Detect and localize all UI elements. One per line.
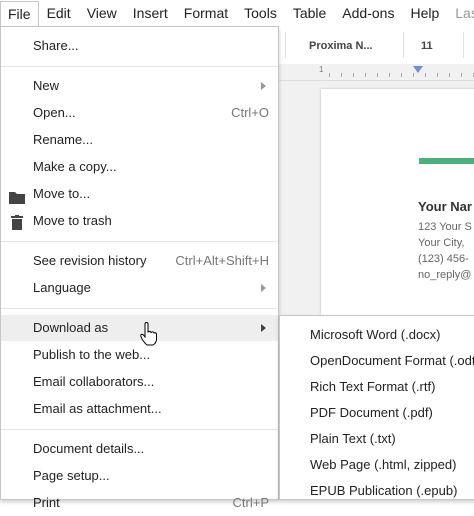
email-line: no_reply@ <box>418 269 472 281</box>
submenu-item-label: OpenDocument Format (.odt) <box>310 353 474 368</box>
last-edit-link[interactable]: Last e <box>447 0 474 26</box>
menu-divider <box>1 241 278 242</box>
address-line: 123 Your S <box>418 221 472 233</box>
menu-tools[interactable]: Tools <box>236 0 285 26</box>
menu-divider <box>1 308 278 309</box>
menu-item-page-setup[interactable]: Page setup... <box>1 463 278 489</box>
phone-line: (123) 456- <box>418 253 469 265</box>
toolbar-divider <box>463 32 464 58</box>
menu-item-language[interactable]: Language <box>1 275 278 301</box>
menu-item-share[interactable]: Share... <box>1 33 278 59</box>
font-family-select[interactable]: Proxima N... <box>309 40 373 52</box>
menu-item-label: Email collaborators... <box>33 374 155 389</box>
font-size-select[interactable]: 11 <box>421 40 433 52</box>
menu-divider <box>1 429 278 430</box>
submenu-arrow-icon <box>261 324 266 332</box>
menu-item-label: Rename... <box>33 132 93 147</box>
trash-icon <box>11 213 23 239</box>
menu-item-label: Language <box>33 280 91 295</box>
menu-item-email-attachment[interactable]: Email as attachment... <box>1 396 278 422</box>
menu-addons[interactable]: Add-ons <box>334 0 402 26</box>
resume-name: Your Nar <box>418 199 472 214</box>
menu-item-label: Move to trash <box>33 213 112 228</box>
download-odt[interactable]: OpenDocument Format (.odt) <box>280 348 474 374</box>
ruler-number: 1 <box>319 65 324 74</box>
download-txt[interactable]: Plain Text (.txt) <box>280 426 474 452</box>
menu-item-label: Email as attachment... <box>33 401 162 416</box>
menu-divider <box>1 66 278 67</box>
menu-item-label: Publish to the web... <box>33 347 151 362</box>
menu-item-revision-history[interactable]: See revision history Ctrl+Alt+Shift+H <box>1 248 278 274</box>
menu-item-make-copy[interactable]: Make a copy... <box>1 154 278 180</box>
download-pdf[interactable]: PDF Document (.pdf) <box>280 400 474 426</box>
menu-format[interactable]: Format <box>176 0 236 26</box>
file-menu: Share... New Open... Ctrl+O Rename... Ma… <box>0 26 279 510</box>
menu-item-print[interactable]: Print Ctrl+P <box>1 490 278 516</box>
toolbar-divider <box>403 32 404 58</box>
menu-item-label: Print <box>33 495 60 510</box>
menu-item-rename[interactable]: Rename... <box>1 127 278 153</box>
city-line: Your City, <box>418 237 465 249</box>
menu-item-label: Share... <box>33 38 79 53</box>
download-submenu: Microsoft Word (.docx) OpenDocument Form… <box>279 315 474 500</box>
ruler-ticks <box>329 73 474 77</box>
menu-table[interactable]: Table <box>285 0 334 26</box>
download-rtf[interactable]: Rich Text Format (.rtf) <box>280 374 474 400</box>
menu-view[interactable]: View <box>79 0 125 26</box>
menu-bar: File Edit View Insert Format Tools Table… <box>0 0 474 27</box>
menu-item-label: See revision history <box>33 253 147 268</box>
menu-item-label: Download as <box>33 320 109 335</box>
menu-insert[interactable]: Insert <box>125 0 176 26</box>
submenu-arrow-icon <box>261 284 266 292</box>
menu-item-label: Document details... <box>33 441 145 456</box>
menu-item-document-details[interactable]: Document details... <box>1 436 278 462</box>
menu-item-open[interactable]: Open... Ctrl+O <box>1 100 278 126</box>
submenu-item-label: Rich Text Format (.rtf) <box>310 379 436 394</box>
menu-item-label: Move to... <box>33 186 91 201</box>
menu-item-new[interactable]: New <box>1 73 278 99</box>
submenu-item-label: EPUB Publication (.epub) <box>310 483 458 498</box>
menu-item-label: Open... <box>33 105 76 120</box>
submenu-item-label: Plain Text (.txt) <box>310 431 396 446</box>
submenu-item-label: Web Page (.html, zipped) <box>310 457 457 472</box>
menu-item-move-to-trash[interactable]: Move to trash <box>1 208 278 234</box>
menu-item-move-to[interactable]: Move to... <box>1 181 278 207</box>
menu-item-email-collaborators[interactable]: Email collaborators... <box>1 369 278 395</box>
ruler: 1 <box>279 64 474 81</box>
shortcut-label: Ctrl+Alt+Shift+H <box>175 253 269 268</box>
download-epub[interactable]: EPUB Publication (.epub) <box>280 478 474 504</box>
menu-file[interactable]: File <box>0 0 39 27</box>
submenu-item-label: Microsoft Word (.docx) <box>310 327 441 342</box>
menu-item-label: New <box>33 78 60 93</box>
toolbar-divider <box>285 32 286 58</box>
indent-marker[interactable] <box>413 66 423 73</box>
download-docx[interactable]: Microsoft Word (.docx) <box>280 322 474 348</box>
download-html[interactable]: Web Page (.html, zipped) <box>280 452 474 478</box>
submenu-item-label: PDF Document (.pdf) <box>310 405 433 420</box>
menu-item-label: Page setup... <box>33 468 110 483</box>
accent-bar <box>419 158 474 164</box>
shortcut-label: Ctrl+O <box>231 105 269 120</box>
menu-item-label: Make a copy... <box>33 159 117 174</box>
menu-edit[interactable]: Edit <box>39 0 79 26</box>
toolbar: Proxima N... 11 <box>279 26 474 65</box>
menu-help[interactable]: Help <box>402 0 447 26</box>
hand-cursor-icon <box>140 321 158 351</box>
shortcut-label: Ctrl+P <box>232 495 269 510</box>
submenu-arrow-icon <box>261 82 266 90</box>
